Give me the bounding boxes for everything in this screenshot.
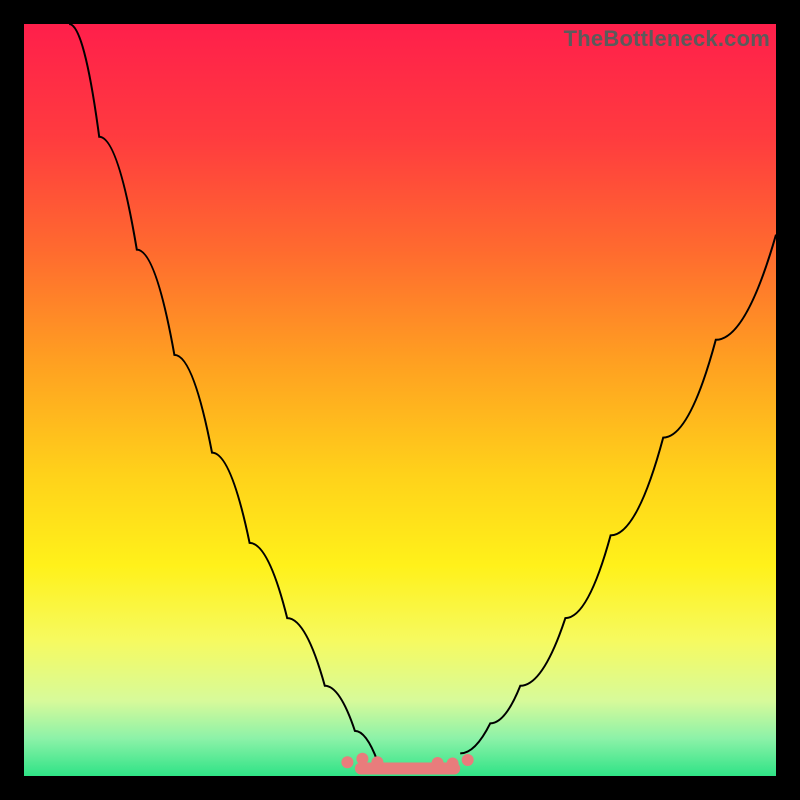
right-curve bbox=[460, 235, 776, 754]
chart-frame: TheBottleneck.com bbox=[0, 0, 800, 800]
left-curve bbox=[69, 24, 377, 761]
chart-svg bbox=[24, 24, 776, 776]
highlight-bar bbox=[355, 763, 460, 775]
plot-area: TheBottleneck.com bbox=[24, 24, 776, 776]
